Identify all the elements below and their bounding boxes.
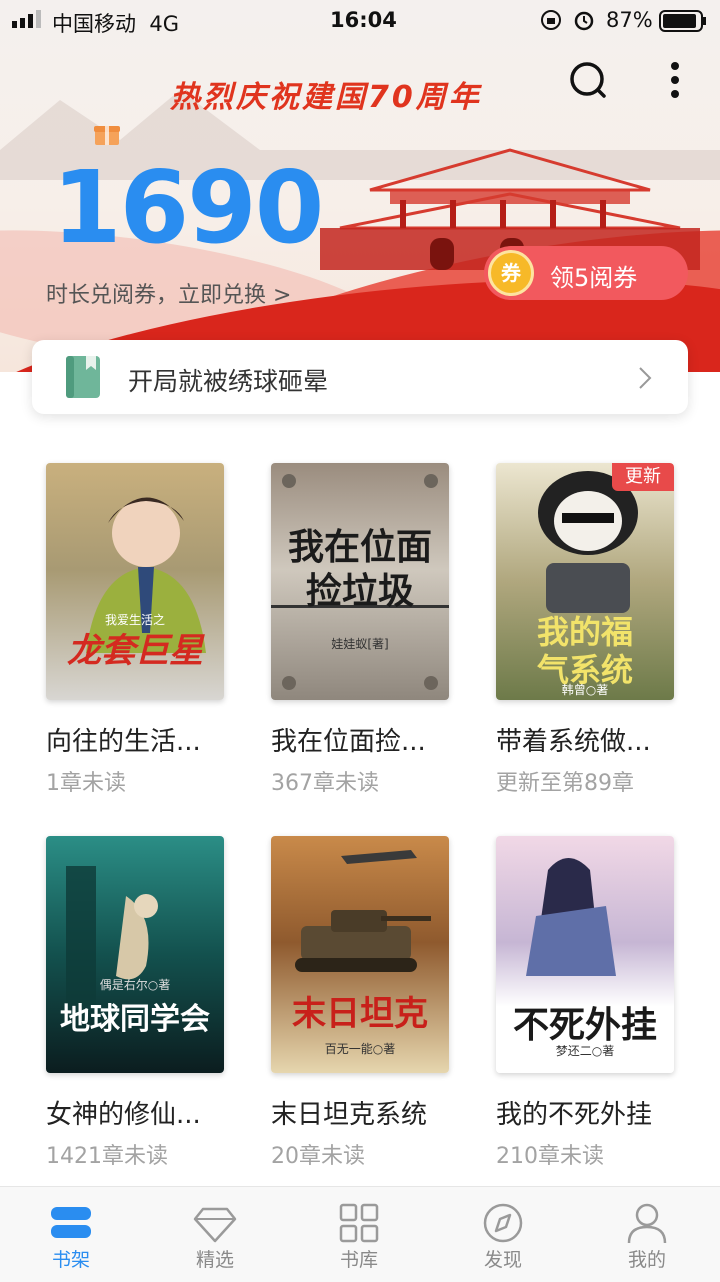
gift-icon bbox=[94, 126, 120, 145]
reading-points: 1690 bbox=[52, 149, 324, 266]
signal-icon bbox=[12, 10, 41, 28]
rotation-lock-icon bbox=[541, 10, 561, 30]
recent-book-title: 开局就被绣球砸晕 bbox=[128, 367, 329, 396]
chevron-right-icon bbox=[639, 367, 652, 389]
search-icon[interactable] bbox=[568, 60, 608, 104]
carrier-label: 中国移动 4G bbox=[52, 12, 179, 36]
book-status: 1421章未读 bbox=[46, 1144, 168, 1169]
promo-banner[interactable]: 中国移动 4G 16:04 87% 热烈庆祝建国70周年 1690 时长兑阅券，… bbox=[0, 0, 720, 372]
book-title: 向往的生活... bbox=[46, 727, 201, 757]
tab-profile[interactable]: 我的 bbox=[587, 1187, 707, 1282]
bottom-tab-bar: 书架 精选 书库 发现 我的 bbox=[0, 1186, 720, 1282]
cover-author: 韩曾○著 bbox=[561, 683, 609, 697]
book-cover[interactable]: 我的福气系统 韩曾○著 更新 bbox=[496, 463, 674, 700]
tab-label: 书架 bbox=[51, 1249, 90, 1271]
tab-featured[interactable]: 精选 bbox=[155, 1187, 275, 1282]
book-status: 1章未读 bbox=[46, 771, 126, 796]
coupon-label: 领5阅券 bbox=[550, 264, 638, 292]
tab-bookshelf[interactable]: 书架 bbox=[11, 1187, 131, 1282]
tab-label: 我的 bbox=[627, 1249, 666, 1271]
compass-icon bbox=[483, 1203, 523, 1243]
cover-title: 我在位面捡垃圾 bbox=[287, 526, 432, 612]
grid-icon bbox=[339, 1203, 379, 1243]
tab-library[interactable]: 书库 bbox=[299, 1187, 419, 1282]
coupon-coin-icon: 券 bbox=[488, 250, 534, 296]
recent-reading-card[interactable]: 开局就被绣球砸晕 bbox=[32, 340, 688, 414]
book-title: 带着系统做... bbox=[496, 727, 651, 757]
cover-title: 末日坦克 bbox=[292, 994, 428, 1034]
book-title: 我的不死外挂 bbox=[496, 1100, 653, 1130]
redeem-link[interactable]: 时长兑阅券，立即兑换 > bbox=[46, 277, 291, 309]
cover-title: 龙套巨星 bbox=[67, 631, 203, 671]
cover-title: 地球同学会 bbox=[60, 1002, 210, 1037]
cover-author: 百无一能○著 bbox=[324, 1042, 396, 1056]
banner-title: 热烈庆祝建国70周年 bbox=[170, 80, 482, 115]
battery-icon bbox=[659, 10, 706, 32]
cover-author: 我爱生活之 bbox=[104, 613, 165, 627]
book-status: 更新至第89章 bbox=[496, 771, 634, 796]
claim-coupon-button[interactable]: 券 领5阅券 bbox=[484, 246, 688, 300]
update-badge: 更新 bbox=[612, 463, 674, 491]
user-icon bbox=[627, 1203, 667, 1243]
book-icon bbox=[66, 356, 100, 398]
alarm-icon bbox=[574, 11, 594, 31]
book-status: 210章未读 bbox=[496, 1144, 604, 1169]
cover-title: 我的福气系统 bbox=[536, 613, 633, 689]
diamond-icon bbox=[193, 1207, 237, 1243]
tab-label: 发现 bbox=[483, 1249, 522, 1271]
book-cover[interactable]: 我在位面捡垃圾 娃娃蚁[著] bbox=[271, 463, 449, 700]
book-cover[interactable]: 末日坦克 百无一能○著 bbox=[271, 836, 449, 1073]
book-status: 367章未读 bbox=[271, 771, 379, 796]
cover-title: 不死外挂 bbox=[512, 1004, 657, 1046]
battery-percent: 87% bbox=[606, 8, 653, 32]
book-cover[interactable]: 不死外挂 梦还二○著 bbox=[496, 836, 674, 1073]
more-menu-icon[interactable] bbox=[655, 60, 695, 104]
book-title: 女神的修仙... bbox=[46, 1100, 201, 1130]
tab-label: 精选 bbox=[195, 1249, 234, 1271]
book-status: 20章未读 bbox=[271, 1144, 365, 1169]
clock: 16:04 bbox=[330, 8, 397, 32]
cover-illustration bbox=[295, 850, 431, 972]
status-bar: 中国移动 4G 16:04 87% bbox=[0, 0, 720, 40]
bookshelf-icon bbox=[51, 1207, 91, 1238]
cover-author: 娃娃蚁[著] bbox=[331, 637, 389, 651]
cover-author: 梦还二○著 bbox=[555, 1044, 615, 1058]
book-title: 末日坦克系统 bbox=[271, 1100, 428, 1130]
tab-label: 书库 bbox=[339, 1249, 378, 1271]
cover-author: 偶是右尔○著 bbox=[99, 978, 171, 992]
book-cover[interactable]: 龙套巨星 我爱生活之 bbox=[46, 463, 224, 700]
book-cover[interactable]: 地球同学会 偶是右尔○著 bbox=[46, 836, 224, 1073]
tab-discover[interactable]: 发现 bbox=[443, 1187, 563, 1282]
book-title: 我在位面捡... bbox=[271, 727, 426, 757]
